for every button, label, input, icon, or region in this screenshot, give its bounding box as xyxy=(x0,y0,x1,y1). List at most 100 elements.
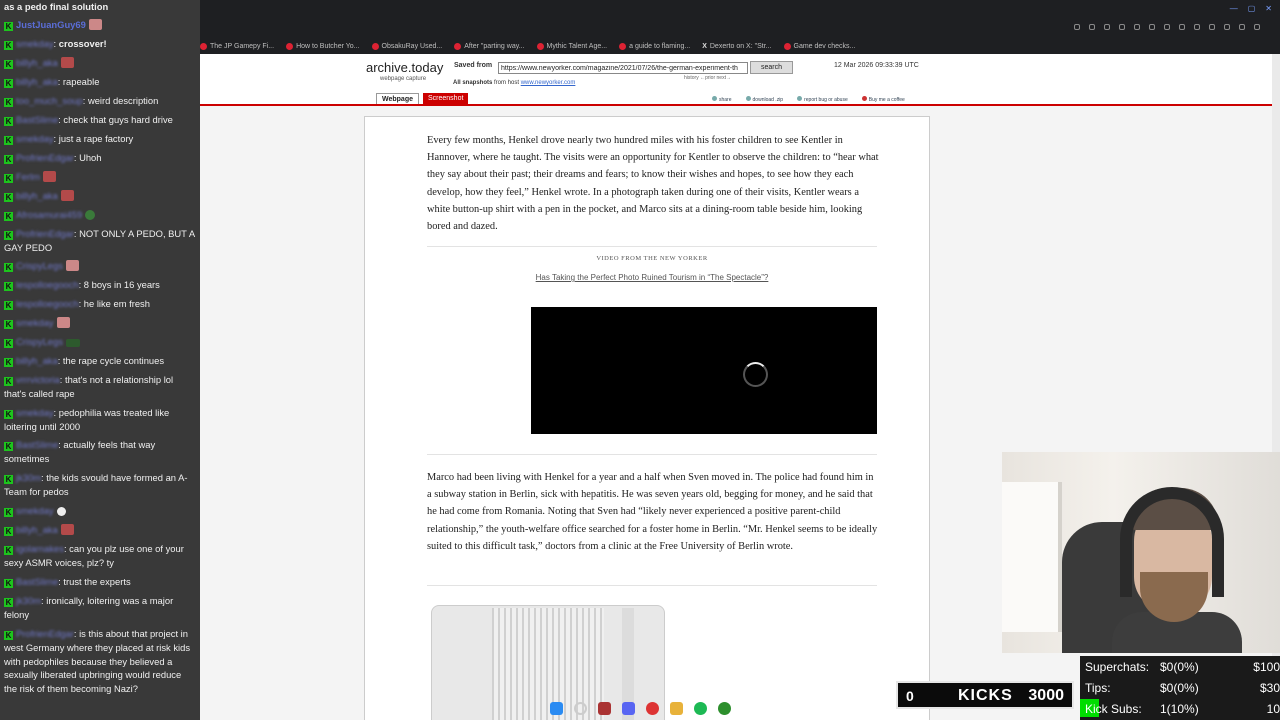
video-player[interactable] xyxy=(531,307,877,434)
minimize-icon[interactable]: — xyxy=(1230,4,1238,13)
chat-text: he like em fresh xyxy=(83,298,150,309)
youtube-icon xyxy=(371,42,379,50)
chat-username[interactable]: jk30m xyxy=(16,472,41,483)
archive-subtitle: webpage capture xyxy=(380,76,427,82)
bookmark[interactable]: a guide to flaming... xyxy=(619,42,690,50)
search-icon[interactable] xyxy=(573,701,587,715)
extension-icon[interactable] xyxy=(1119,24,1125,30)
bookmark[interactable]: The JP Gamepy Fi... xyxy=(200,42,274,50)
chat-username[interactable]: lespolloegooch xyxy=(16,279,79,290)
chat-message: Kbillyh_aka xyxy=(4,56,196,70)
search-button[interactable]: search xyxy=(750,61,793,74)
chat-text: just a rape factory xyxy=(58,133,134,144)
heart-icon[interactable] xyxy=(1164,24,1170,30)
maximize-icon[interactable]: ▢ xyxy=(1248,4,1256,13)
kick-badge-icon: K xyxy=(4,527,13,536)
chat-username[interactable]: billyh_aka xyxy=(16,355,58,366)
folder-icon[interactable] xyxy=(669,701,683,715)
host-link[interactable]: www.newyorker.com xyxy=(521,80,576,86)
chat-emote-icon xyxy=(42,171,56,182)
bookmark[interactable]: Game dev checks... xyxy=(783,42,855,50)
coffee-link[interactable]: Buy me a coffee xyxy=(861,96,905,103)
close-icon[interactable]: ✕ xyxy=(1265,4,1272,13)
chat-text: 8 boys in 16 years xyxy=(83,279,160,290)
chat-username[interactable]: igolarnakes xyxy=(16,543,64,554)
chat-message: Klespolloegooch: 8 boys in 16 years xyxy=(4,278,196,292)
extension-icon[interactable] xyxy=(1089,24,1095,30)
kicks-label: KICKS xyxy=(958,687,1013,704)
chat-username[interactable]: vrrrvictoria xyxy=(16,374,60,385)
kick-badge-icon: K xyxy=(4,193,13,202)
video-title-link[interactable]: Has Taking the Perfect Photo Ruined Tour… xyxy=(365,273,939,282)
bookmark[interactable]: X Dexerto on X: "Str... xyxy=(702,43,771,50)
chat-username[interactable]: smekday xyxy=(16,317,54,328)
chat-username[interactable]: too_much_soup xyxy=(16,95,83,106)
windows-start-icon[interactable] xyxy=(549,701,563,715)
extension-icon[interactable] xyxy=(1194,24,1200,30)
kick-badge-icon: K xyxy=(4,546,13,555)
ai-icon[interactable] xyxy=(1254,24,1260,30)
bookmark[interactable]: How to Butcher Yo... xyxy=(286,42,360,50)
bookmark[interactable]: ObsakuRay Used... xyxy=(371,42,442,50)
download-link[interactable]: download .zip xyxy=(745,96,783,103)
archive-logo[interactable]: archive.today xyxy=(366,60,443,75)
chat-username[interactable]: smekday xyxy=(16,505,54,516)
kick-badge-icon: K xyxy=(4,79,13,88)
chat-message: Ksmekday: pedophilia was treated like lo… xyxy=(4,406,196,434)
report-icon xyxy=(797,96,803,101)
chat-username[interactable]: lespolloegooch xyxy=(16,298,79,309)
play-icon[interactable] xyxy=(1134,24,1140,30)
volume-icon[interactable] xyxy=(1179,24,1185,30)
window-controls[interactable]: — ▢ ✕ xyxy=(1230,4,1272,13)
app-icon[interactable] xyxy=(597,701,611,715)
chat-message: Kbillyh_aka xyxy=(4,523,196,537)
chat-username[interactable]: smekday xyxy=(16,38,54,49)
extension-icon[interactable] xyxy=(1149,24,1155,30)
chat-username[interactable]: BastSlime xyxy=(16,576,58,587)
divider xyxy=(427,454,877,455)
chat-username[interactable]: smekday xyxy=(16,407,54,418)
chat-username[interactable]: CrispyLegs xyxy=(16,336,63,347)
bookmark[interactable]: Mythic Talent Age... xyxy=(536,42,607,50)
extension-icon[interactable] xyxy=(1239,24,1245,30)
chat-username[interactable]: billyh_aka xyxy=(16,57,58,68)
chrome-icon[interactable] xyxy=(645,701,659,715)
kick-badge-icon: K xyxy=(4,475,13,484)
share-link[interactable]: share xyxy=(712,96,732,103)
chat-username[interactable]: jk30m xyxy=(16,595,41,606)
chat-username[interactable]: billyh_aka xyxy=(16,76,58,87)
kick-badge-icon: K xyxy=(4,631,13,640)
chat-username[interactable]: billyh_aka xyxy=(16,524,58,535)
discord-icon[interactable] xyxy=(621,701,635,715)
download-icon[interactable] xyxy=(1224,24,1230,30)
xbox-icon[interactable] xyxy=(717,701,731,715)
url-input[interactable] xyxy=(498,62,748,74)
kick-badge-icon: K xyxy=(4,410,13,419)
spotify-icon[interactable] xyxy=(693,701,707,715)
extension-icon[interactable] xyxy=(1209,24,1215,30)
chat-username[interactable]: Afrosamurai459 xyxy=(16,209,82,220)
chat-message: Klespolloegooch: he like em fresh xyxy=(4,297,196,311)
chat-username[interactable]: CrispyLegs xyxy=(16,260,63,271)
history-links[interactable]: history ←prior next→ xyxy=(684,75,731,81)
chat-username[interactable]: BastSlime xyxy=(16,439,58,450)
report-link[interactable]: report bug or abuse xyxy=(797,96,848,103)
chat-username[interactable]: ProfrienEdgar xyxy=(16,628,74,639)
chat-emote-icon xyxy=(88,19,102,30)
capture-date: 12 Mar 2026 09:33:39 UTC xyxy=(834,62,919,69)
extension-icon[interactable] xyxy=(1104,24,1110,30)
kick-badge-icon: K xyxy=(4,231,13,240)
chat-username[interactable]: ProfrienEdgar xyxy=(16,228,74,239)
chat-username[interactable]: JustJuanGuy69 xyxy=(16,19,86,30)
chat-username[interactable]: Ferlm xyxy=(16,171,40,182)
zoom-icon[interactable] xyxy=(1074,24,1080,30)
bookmark[interactable]: After "parting way... xyxy=(454,42,525,50)
kick-badge-icon: K xyxy=(4,579,13,588)
chat-username[interactable]: smekday xyxy=(16,133,54,144)
chat-username[interactable]: BastSlime xyxy=(16,114,58,125)
headphones xyxy=(1120,487,1224,597)
kick-badge-icon: K xyxy=(4,377,13,386)
chat-username[interactable]: billyh_aka xyxy=(16,190,58,201)
chat-username[interactable]: ProfrienEdgar xyxy=(16,152,74,163)
bookmark-favicon-icon xyxy=(200,42,207,50)
